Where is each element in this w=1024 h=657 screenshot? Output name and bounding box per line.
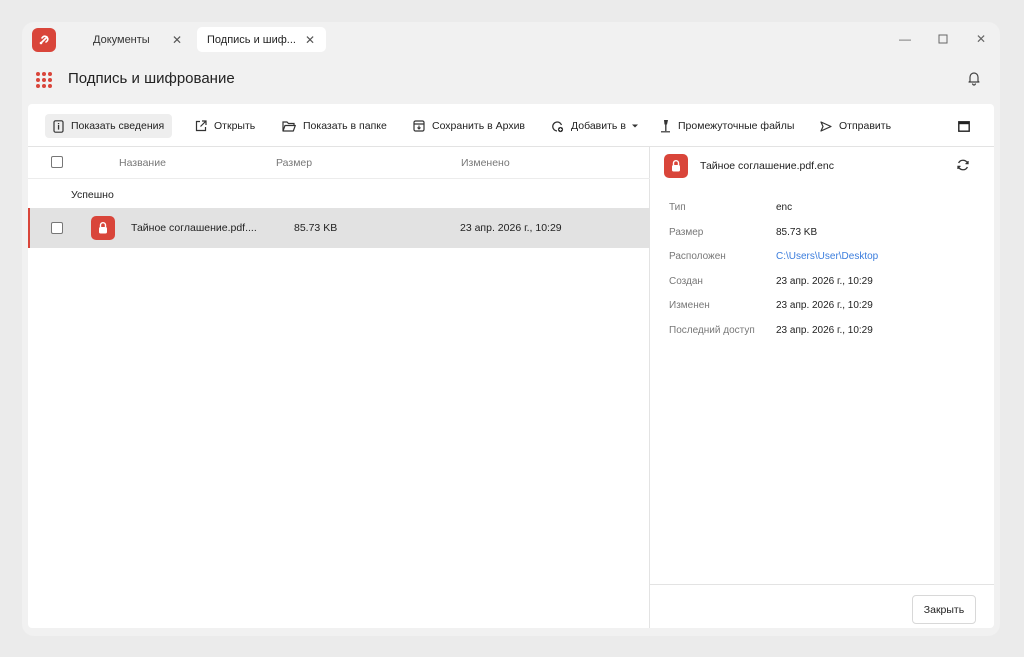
open-label: Открыть [214,120,256,132]
select-all-checkbox[interactable] [51,156,63,168]
save-to-archive-label: Сохранить в Архив [432,120,526,132]
refresh-icon[interactable] [956,158,972,174]
detail-key: Расположен [669,251,726,262]
save-to-archive-button[interactable]: Сохранить в Архив [405,114,533,138]
toolbar: Показать сведения Открыть Показать в пап… [28,104,994,147]
tab-sign-encrypt[interactable]: Подпись и шиф... ✕ [197,27,326,52]
title-bar: Документы ✕ Подпись и шиф... ✕ — ✕ [22,22,1000,56]
group-label: Успешно [71,189,114,201]
pin-flag-icon [661,120,670,133]
add-to-icon [552,120,564,132]
close-window-icon[interactable]: ✕ [971,30,991,48]
tab-documents[interactable]: Документы ✕ [83,27,193,52]
show-in-folder-label: Показать в папке [303,120,387,132]
table-row[interactable]: Тайное соглашение.pdf.... 85.73 KB 23 ап… [28,208,650,248]
row-checkbox[interactable] [51,222,63,234]
details-footer: Закрыть [650,584,994,628]
detail-key: Тип [669,202,686,213]
intermediate-files-button[interactable]: Промежуточные файлы [652,114,802,138]
detail-value: 23 апр. 2026 г., 10:29 [776,325,873,336]
detail-value: 23 апр. 2026 г., 10:29 [776,300,873,311]
main-content: Показать сведения Открыть Показать в пап… [28,104,994,628]
close-button[interactable]: Закрыть [912,595,976,624]
detail-value: 23 апр. 2026 г., 10:29 [776,276,873,287]
file-name-cell: Тайное соглашение.pdf.... [131,222,257,234]
encrypted-file-icon [664,154,688,178]
details-file-name: Тайное соглашение.pdf.enc [700,160,834,172]
location-link[interactable]: C:\Users\User\Desktop [776,251,878,262]
details-panel: Тайное соглашение.pdf.enc Тип enc Размер… [650,147,994,628]
send-icon [820,120,832,132]
caret-down-icon [631,124,638,128]
detail-key: Создан [669,276,703,287]
tab-close-icon[interactable]: ✕ [304,33,316,47]
show-details-label: Показать сведения [71,120,165,132]
tab-close-icon[interactable]: ✕ [171,33,183,47]
tab-label: Документы [93,33,150,46]
detail-value: 85.73 KB [776,227,818,238]
show-in-folder-button[interactable]: Показать в папке [274,114,395,138]
detail-key: Последний доступ [669,325,755,336]
toggle-panel-button[interactable] [950,114,985,138]
page-header: Подпись и шифрование [22,56,1000,104]
detail-key: Размер [669,227,704,238]
list-header: Название Размер Изменено [28,147,650,179]
detail-value: enc [776,202,793,213]
file-list: Название Размер Изменено Успешно Тайное … [28,147,650,628]
tab-label: Подпись и шиф... [207,33,296,46]
open-external-icon [195,120,207,132]
send-label: Отправить [839,120,892,132]
column-header-modified[interactable]: Изменено [461,157,510,169]
file-modified-cell: 23 апр. 2026 г., 10:29 [460,222,562,234]
column-header-name[interactable]: Название [119,157,166,169]
info-document-icon [53,119,64,133]
app-window: Документы ✕ Подпись и шиф... ✕ — ✕ Подпи… [22,22,1000,636]
column-header-size[interactable]: Размер [276,157,312,169]
panel-toggle-icon [958,120,970,132]
minimize-icon[interactable]: — [895,30,915,48]
bell-icon[interactable] [966,70,984,88]
encrypted-file-icon [91,216,115,240]
app-logo-icon [32,28,56,52]
page-title: Подпись и шифрование [68,70,235,87]
archive-icon [413,120,425,132]
open-button[interactable]: Открыть [187,114,263,138]
intermediate-files-label: Промежуточные файлы [678,120,795,132]
file-size-cell: 85.73 KB [294,222,338,234]
show-details-button[interactable]: Показать сведения [45,114,173,138]
add-to-dropdown[interactable]: Добавить в [543,114,647,138]
detail-key: Изменен [669,300,710,311]
add-to-label: Добавить в [571,120,626,132]
maximize-icon[interactable] [933,30,953,48]
apps-grid-icon[interactable] [36,72,52,88]
send-button[interactable]: Отправить [812,114,899,138]
folder-open-icon [282,120,296,132]
